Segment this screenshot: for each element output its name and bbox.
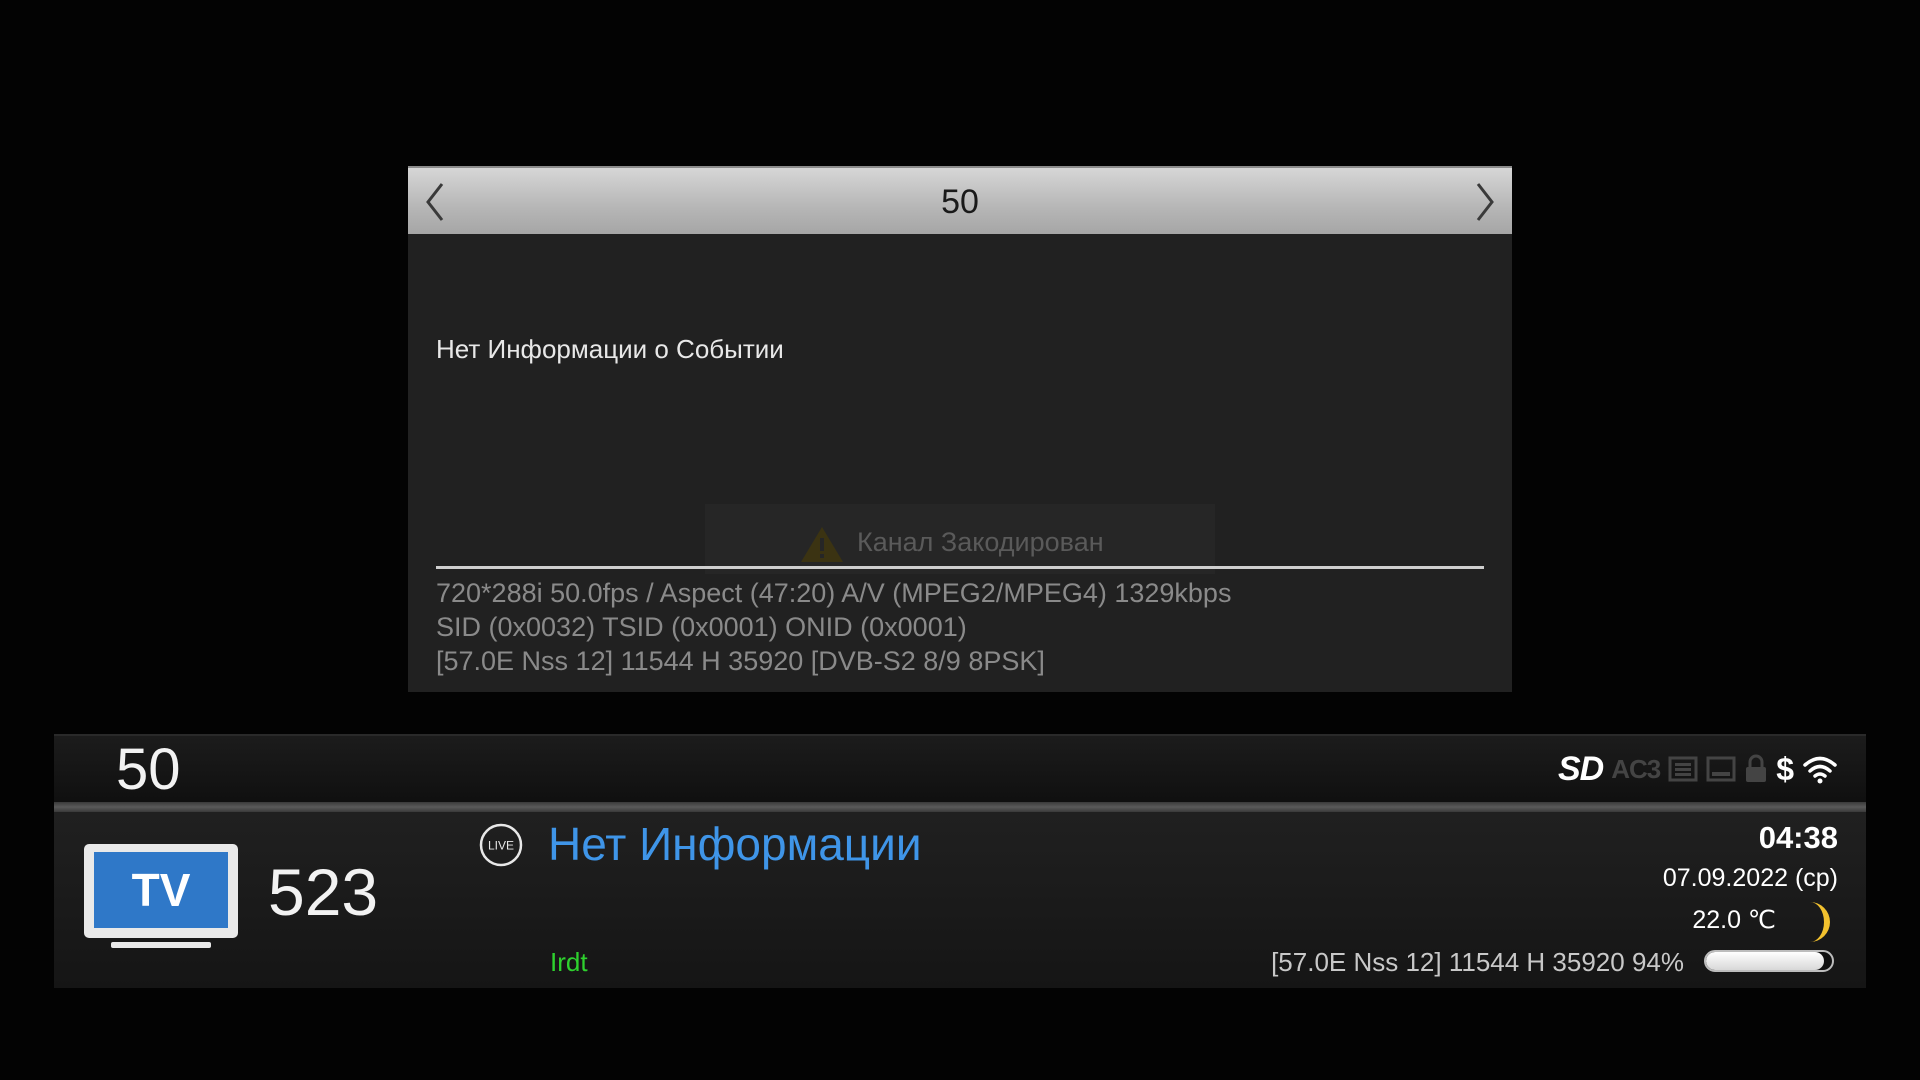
screen: 50 Нет Информации о Событии Канал Закоди… <box>0 0 1920 1080</box>
channel-number: 50 <box>116 737 181 802</box>
date: 07.09.2022 (ср) <box>1662 864 1838 892</box>
divider <box>436 566 1484 569</box>
tech-info: 720*288i 50.0fps / Aspect (47:20) A/V (M… <box>436 576 1231 678</box>
moon-icon <box>1810 902 1830 942</box>
dialog-header: 50 <box>408 166 1512 234</box>
event-info-dialog: 50 Нет Информации о Событии Канал Закоди… <box>408 166 1512 692</box>
service-ids-line: SID (0x0032) TSID (0x0001) ONID (0x0001) <box>436 612 967 642</box>
live-label: LIVE <box>488 839 514 853</box>
service-number: 523 <box>268 855 379 929</box>
infobar-separator <box>54 802 1866 812</box>
tv-logo-text: TV <box>132 864 191 916</box>
status-icons: SD AC3 $ <box>1558 748 1838 790</box>
wifi-icon <box>1803 756 1837 784</box>
infobar-main: TV 523 LIVE Нет Информации Irdt 04:38 07… <box>54 812 1866 988</box>
tuner-info: [57.0E Nss 12] 11544 H 35920 94% <box>1271 947 1684 977</box>
lock-icon <box>1746 754 1767 782</box>
video-info-line: 720*288i 50.0fps / Aspect (47:20) A/V (M… <box>436 578 1232 608</box>
dialog-title: 50 <box>941 183 979 221</box>
clock: 04:38 <box>1758 820 1838 855</box>
ac3-badge: AC3 <box>1611 753 1661 784</box>
event-description: Нет Информации о Событии <box>436 334 784 364</box>
sd-badge: SD <box>1557 749 1604 788</box>
teletext-icon <box>1668 756 1698 782</box>
scrambled-text: Канал Закодирован <box>857 527 1104 557</box>
chevron-right-icon[interactable] <box>1464 178 1504 226</box>
warning-icon <box>801 527 843 562</box>
infobar-top: 50 SD AC3 $ <box>54 734 1866 806</box>
live-icon: LIVE <box>479 823 523 867</box>
crypt-icon: $ <box>1776 750 1794 787</box>
temperature: 22.0 ℃ <box>1692 906 1776 934</box>
transponder-line: [57.0E Nss 12] 11544 H 35920 [DVB-S2 8/9… <box>436 646 1045 676</box>
subtitle-icon <box>1706 756 1736 782</box>
signal-strength-bar <box>1704 950 1834 972</box>
event-title: Нет Информации <box>548 818 922 870</box>
scrambled-notice: Канал Закодирован <box>705 504 1215 574</box>
provider-name: Irdt <box>550 947 588 977</box>
tv-logo-icon: TV <box>84 844 238 948</box>
signal-strength-fill <box>1706 952 1825 970</box>
